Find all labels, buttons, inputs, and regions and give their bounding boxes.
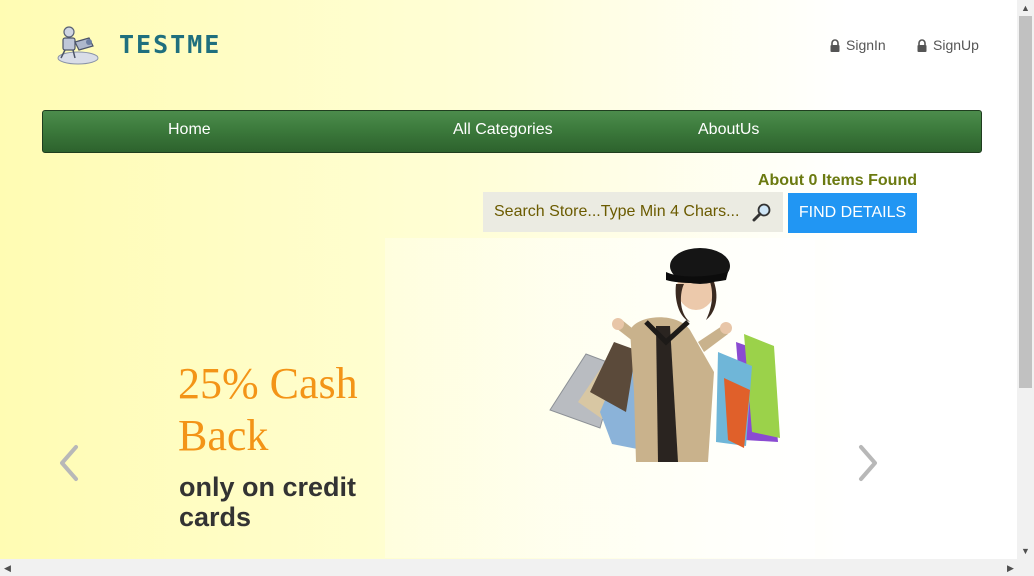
lock-icon [830, 38, 840, 52]
nav-item-about-us[interactable]: AboutUs [698, 121, 759, 139]
page: TESTME SignIn SignUp Home All Categories… [0, 0, 1017, 559]
results-count: About 0 Items Found [757, 172, 917, 189]
banner-subline: only on credit cards [179, 472, 357, 532]
scroll-up-arrow-icon[interactable]: ▲ [1021, 3, 1030, 13]
signup-label: SignUp [933, 37, 979, 53]
banner-headline: 25% Cash Back [178, 359, 358, 460]
logo-text[interactable]: TESTME [119, 30, 221, 59]
signup-link[interactable]: SignUp [916, 37, 979, 53]
nav-item-all-categories[interactable]: All Categories [453, 121, 553, 139]
scroll-right-arrow-icon[interactable]: ▶ [1007, 563, 1014, 573]
find-details-button[interactable]: FIND DETAILS [788, 193, 917, 233]
scroll-left-arrow-icon[interactable]: ◀ [4, 563, 11, 573]
signin-link[interactable]: SignIn [829, 37, 886, 53]
nav-item-home[interactable]: Home [168, 121, 211, 139]
horizontal-scrollbar[interactable] [0, 559, 1034, 576]
chevron-right-icon[interactable] [853, 443, 881, 483]
main-navbar: Home All Categories AboutUs [42, 110, 982, 153]
shopper-image [549, 248, 780, 462]
search-input[interactable] [483, 192, 745, 232]
chevron-left-icon[interactable] [56, 443, 84, 483]
logo-mascot-icon [57, 26, 99, 65]
scroll-down-arrow-icon[interactable]: ▼ [1021, 546, 1030, 556]
signin-label: SignIn [846, 37, 886, 53]
lock-icon [917, 38, 927, 52]
magnifier-icon[interactable] [752, 202, 772, 222]
vertical-scrollbar-thumb[interactable] [1019, 16, 1032, 388]
